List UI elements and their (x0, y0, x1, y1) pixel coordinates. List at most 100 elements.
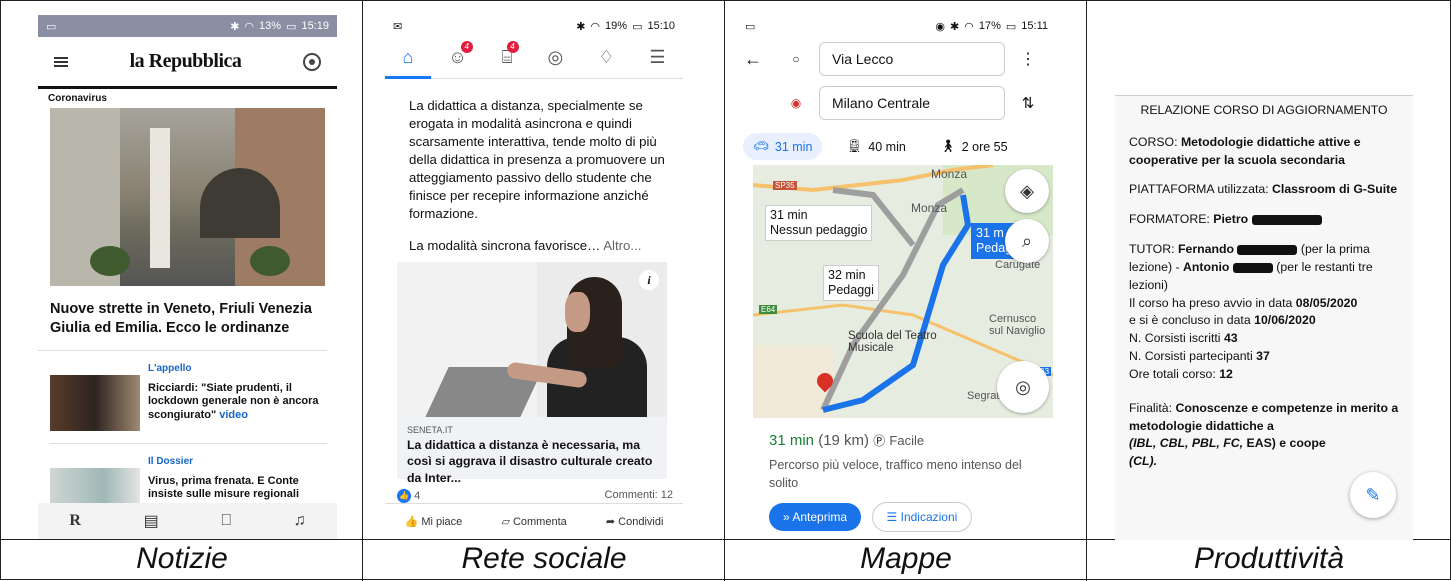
gallery-icon: ▭ (745, 20, 756, 33)
edit-icon[interactable]: ✎ (1350, 472, 1396, 518)
app-header: la Repubblica (38, 37, 337, 89)
mail-icon: ✉ (393, 20, 403, 33)
bell-icon[interactable]: ♢ (598, 47, 614, 68)
caption-maps: Mappe (860, 542, 952, 575)
notification-badge: 4 (460, 41, 473, 53)
article-category: Il Dossier (148, 455, 194, 467)
town-label: Monza (931, 167, 968, 181)
wifi-icon: ◠ (590, 20, 601, 33)
route-label-alt1[interactable]: 31 min Nessun pedaggio (765, 205, 873, 241)
post-stats: 👍 4 Commenti: 12 (397, 489, 673, 503)
video-link[interactable]: video (219, 409, 248, 421)
bookmark-icon[interactable]: ⎕ (221, 512, 231, 530)
home-icon[interactable]: ⌂ (402, 47, 413, 68)
town-label: Cernusco sul Naviglio (989, 313, 1046, 337)
origin-field[interactable]: Via Lecco (819, 42, 1005, 76)
route-label-alt2[interactable]: 32 min Pedaggi (823, 265, 879, 301)
document-screen: RELAZIONE CORSO DI AGGIORNAMENTO CORSO: … (1115, 95, 1413, 540)
road-label: E64 (759, 305, 778, 314)
route-distance: (19 km) (818, 432, 870, 449)
train-icon: 🚆︎ (846, 139, 863, 153)
marketplace-icon[interactable]: ⌸ 4 (502, 41, 519, 68)
notification-badge: 4 (506, 41, 519, 53)
battery-icon: ▭ (632, 20, 643, 33)
redaction (1237, 244, 1298, 255)
social-app-screen: ✉ ✱ ◠ 19% ▭ 15:10 ⌂ ☺ 4 ⌸ 4 ◎ ♢ ☰ La didattica… (385, 15, 683, 539)
mode-car[interactable]: 🚗︎ 31 min (743, 133, 823, 160)
home-tab[interactable]: R (69, 512, 81, 530)
like-icon: 👍 (397, 489, 411, 503)
trainer-name: Pietro (1213, 212, 1249, 227)
post-body: La didattica a distanza, specialmente se… (385, 79, 683, 255)
bell-icon[interactable]: ♫ (294, 512, 306, 530)
main-headline[interactable]: Nuove strette in Veneto, Friuli Venezia … (38, 286, 327, 351)
gallery-icon: ▭ (46, 20, 57, 33)
destination-field[interactable]: Milano Centrale (819, 86, 1005, 120)
battery-icon: ▭ (1005, 20, 1017, 33)
profile-icon[interactable]: ◎ (548, 47, 564, 68)
menu-icon[interactable]: ☰ (649, 47, 665, 68)
menu-icon[interactable] (54, 56, 68, 67)
post-image[interactable]: i (397, 262, 667, 417)
document-body: RELAZIONE CORSO DI AGGIORNAMENTO CORSO: … (1129, 103, 1399, 469)
comment-count[interactable]: Commenti: 12 (605, 489, 673, 503)
bluetooth-icon: ✱ (950, 20, 960, 33)
link-title: La didattica a distanza è necessaria, ma… (407, 438, 653, 485)
redaction (1232, 262, 1273, 273)
map-view[interactable]: 31 min Nessun pedaggio 32 min Pedaggi 31 m… (753, 165, 1053, 418)
app-logo: la Repubblica (129, 50, 242, 72)
layers-icon[interactable]: ◈ (1005, 169, 1049, 213)
news-list-icon[interactable]: ▤ (144, 511, 159, 531)
status-bar: ▭ ✱ ◠ 13% ▭ 15:19 (38, 15, 337, 37)
caption-productivity: Produttività (1193, 542, 1345, 575)
clock: 15:10 (647, 20, 675, 32)
figure-grid: ▭ ✱ ◠ 13% ▭ 15:19 la Repubblica Coronavirus … (0, 0, 1451, 581)
status-bar: ✉ ✱ ◠ 19% ▭ 15:10 (385, 15, 683, 37)
more-options-icon[interactable]: ⋮ (1005, 49, 1051, 69)
battery-level: 13% (259, 20, 282, 32)
car-icon: 🚗︎ (753, 139, 769, 153)
post-text: La didattica a distanza, specialmente se… (409, 98, 665, 221)
comment-button[interactable]: ▱ Commenta (501, 515, 566, 528)
travel-modes: 🚗︎ 31 min 🚆︎ 40 min 🚶︎ 2 ore 55 (733, 123, 1056, 160)
link-preview[interactable]: SENETA.IT La didattica a distanza è nece… (397, 417, 667, 485)
location-icon: ◉ (935, 20, 946, 33)
like-button[interactable]: 👍 Mi piace (405, 515, 463, 528)
directions-button[interactable]: ☰ Indicazioni (871, 502, 973, 532)
place-label: Scuola del Teatro Musicale (848, 330, 937, 354)
parking-icon: Ⓟ (873, 434, 886, 448)
section-tag: Coronavirus (48, 93, 107, 104)
share-button[interactable]: ➦ Condividi (606, 515, 664, 528)
post-actions: 👍 Mi piace ▱ Commenta ➦ Condividi (385, 503, 683, 539)
groups-icon[interactable]: ☺ 4 (448, 41, 473, 68)
list-item[interactable]: L'appello Ricciardi: "Siate prudenti, il… (38, 351, 337, 441)
mode-walk[interactable]: 🚶︎ 2 ore 55 (930, 133, 1018, 160)
wifi-icon: ◠ (964, 20, 974, 33)
wifi-icon: ◠ (244, 20, 255, 33)
mode-transit[interactable]: 🚆︎ 40 min (836, 133, 915, 160)
account-icon[interactable] (302, 52, 321, 71)
route-summary-sheet: 31 min (19 km) Ⓟ Facile Percorso più vel… (753, 420, 1056, 539)
bluetooth-icon: ✱ (576, 20, 586, 33)
preview-button[interactable]: » Anteprima (769, 503, 862, 531)
origin-dot-icon: ○ (792, 52, 800, 66)
search-icon[interactable]: ⌕ (1005, 219, 1049, 263)
swap-icon[interactable]: ⇅ (1005, 94, 1051, 112)
battery-level: 17% (978, 20, 1001, 32)
see-more-link[interactable]: Altro... (603, 238, 641, 253)
back-arrow-icon[interactable]: ← (733, 49, 773, 70)
hero-image[interactable] (50, 108, 325, 286)
my-location-icon[interactable]: ◎ (997, 361, 1049, 413)
status-bar: ▭ ◉ ✱ ◠ 17% ▭ 15:11 (733, 15, 1056, 37)
destination-pin-icon: ◉ (790, 96, 802, 110)
route-description: Percorso più veloce, traffico meno inten… (769, 458, 1022, 490)
bottom-nav: R ▤ ⎕ ♫ (38, 503, 337, 539)
article-title: Virus, prima frenata. E Conte insiste su… (148, 474, 299, 501)
redaction (1251, 215, 1322, 226)
caption-news: Notizie (136, 542, 228, 575)
active-tab-indicator (385, 76, 431, 79)
article-category: L'appello (148, 362, 192, 374)
link-source: SENETA.IT (407, 425, 453, 435)
info-icon[interactable]: i (639, 270, 659, 290)
like-count[interactable]: 4 (414, 490, 420, 502)
